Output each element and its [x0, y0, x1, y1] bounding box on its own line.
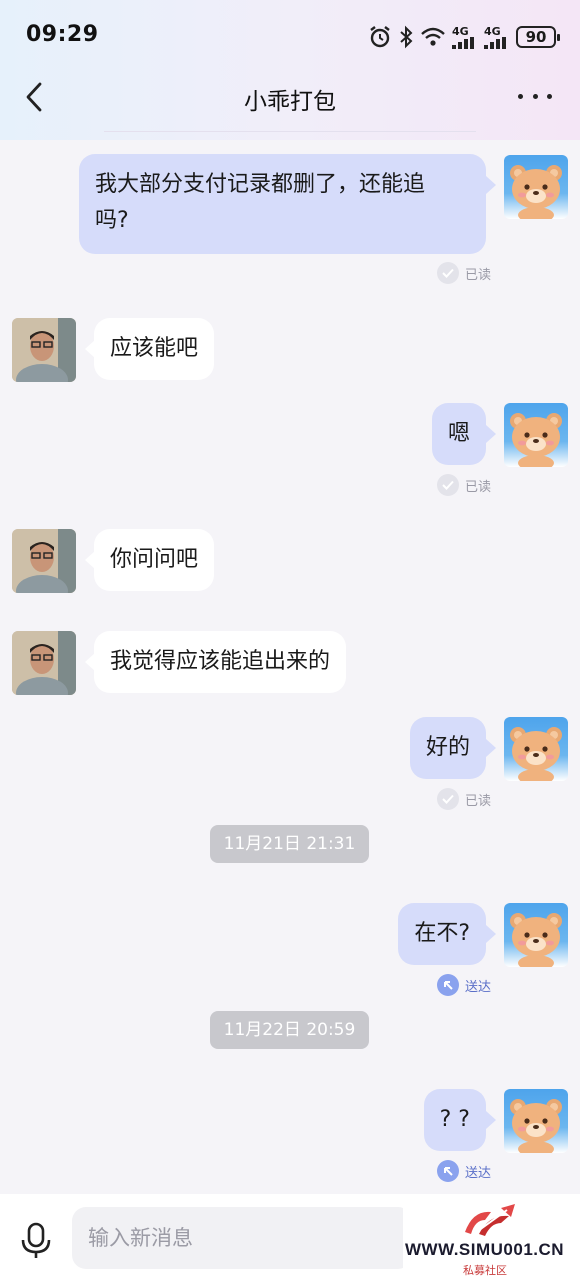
- dot-icon: [518, 93, 523, 99]
- voice-input-button[interactable]: [16, 1221, 56, 1261]
- bubble-tail: [486, 925, 496, 943]
- watermark: WWW.SIMU001.CN 私募社区: [403, 1200, 580, 1282]
- receipt-label: 送达: [464, 1165, 491, 1181]
- bluetooth-icon: [400, 25, 413, 49]
- message-bubble[interactable]: 在不?: [398, 903, 486, 965]
- read-receipt: 已读: [436, 262, 491, 284]
- avatar[interactable]: [12, 318, 76, 382]
- watermark-logo: [465, 1204, 515, 1237]
- person-avatar-icon: [12, 318, 76, 382]
- dot-icon: [547, 93, 552, 99]
- message-text: 我大部分支付记录都删了，还能追: [95, 172, 426, 197]
- battery-icon: 90: [516, 26, 560, 48]
- message-bubble[interactable]: 我大部分支付记录都删了，还能追 吗?: [79, 154, 486, 254]
- avatar[interactable]: [12, 529, 76, 593]
- signal-bars-icon: [452, 36, 474, 49]
- network-type-label: 4G: [484, 24, 501, 38]
- avatar[interactable]: [504, 155, 568, 219]
- bear-avatar-icon: [510, 913, 562, 967]
- avatar[interactable]: [12, 631, 76, 695]
- message-text: 应该能吧: [110, 336, 199, 361]
- message-text: 好的: [425, 735, 470, 760]
- network-type-label: 4G: [452, 24, 469, 38]
- message-text: 吗?: [95, 208, 129, 233]
- avatar[interactable]: [504, 903, 568, 967]
- read-receipt: 已读: [436, 474, 491, 496]
- message-text: 你问问吧: [110, 547, 199, 572]
- bear-avatar-icon: [510, 165, 562, 219]
- delivery-receipt: 送达: [436, 1160, 491, 1182]
- bubble-tail: [486, 176, 496, 194]
- message-text: 在不?: [414, 921, 470, 946]
- signal-bars-icon: [484, 36, 506, 49]
- message-bubble[interactable]: ? ?: [423, 1089, 486, 1151]
- message-bubble[interactable]: 好的: [409, 717, 486, 779]
- avatar[interactable]: [504, 403, 568, 467]
- watermark-subtext: 私募社区: [463, 1264, 507, 1277]
- read-receipt: 已读: [436, 788, 491, 810]
- check-icon: [436, 262, 459, 284]
- nav-divider: [104, 131, 476, 132]
- nav-bar: 小乖打包: [0, 68, 580, 128]
- wifi-icon: [421, 27, 445, 46]
- check-icon: [436, 474, 459, 496]
- receipt-label: 送达: [464, 979, 491, 995]
- more-options-button[interactable]: [518, 84, 552, 108]
- message-text: 嗯: [447, 421, 470, 446]
- timestamp-divider: 11月22日 20:59: [210, 1011, 369, 1049]
- message-input[interactable]: [72, 1207, 412, 1269]
- delivery-receipt: 送达: [436, 974, 491, 996]
- chat-title: 小乖打包: [244, 89, 336, 115]
- bubble-tail: [486, 1111, 496, 1129]
- message-bubble[interactable]: 你问问吧: [94, 529, 215, 591]
- bubble-tail: [486, 739, 496, 757]
- bubble-tail: [486, 425, 496, 443]
- status-icons: 4G 4G 90: [368, 24, 560, 50]
- person-avatar-icon: [12, 631, 76, 695]
- person-avatar-icon: [12, 529, 76, 593]
- receipt-label: 已读: [464, 479, 491, 495]
- signal-1: 4G: [452, 26, 478, 49]
- message-text: 我觉得应该能追出来的: [110, 649, 331, 674]
- avatar[interactable]: [504, 1089, 568, 1153]
- dot-icon: [532, 93, 538, 99]
- receipt-label: 已读: [464, 793, 491, 809]
- check-icon: [436, 788, 459, 810]
- arrow-up-left-icon: [436, 974, 459, 996]
- arrow-up-left-icon: [436, 1160, 459, 1182]
- watermark-text: WWW.SIMU001.CN: [405, 1240, 565, 1259]
- signal-2: 4G: [484, 26, 510, 49]
- avatar[interactable]: [504, 717, 568, 781]
- receipt-label: 已读: [464, 267, 491, 283]
- bear-avatar-icon: [510, 1099, 562, 1153]
- status-bar: 09:29 4G 4G 90: [0, 0, 580, 70]
- message-text: ? ?: [439, 1107, 470, 1132]
- bear-avatar-icon: [510, 727, 562, 781]
- status-time: 09:29: [26, 22, 99, 47]
- timestamp-divider: 11月21日 21:31: [210, 825, 369, 863]
- bear-avatar-icon: [510, 413, 562, 467]
- message-bubble[interactable]: 应该能吧: [94, 318, 215, 380]
- message-bubble[interactable]: 嗯: [431, 403, 486, 465]
- microphone-icon: [21, 1222, 51, 1258]
- alarm-icon: [370, 26, 390, 48]
- message-bubble[interactable]: 我觉得应该能追出来的: [94, 631, 347, 693]
